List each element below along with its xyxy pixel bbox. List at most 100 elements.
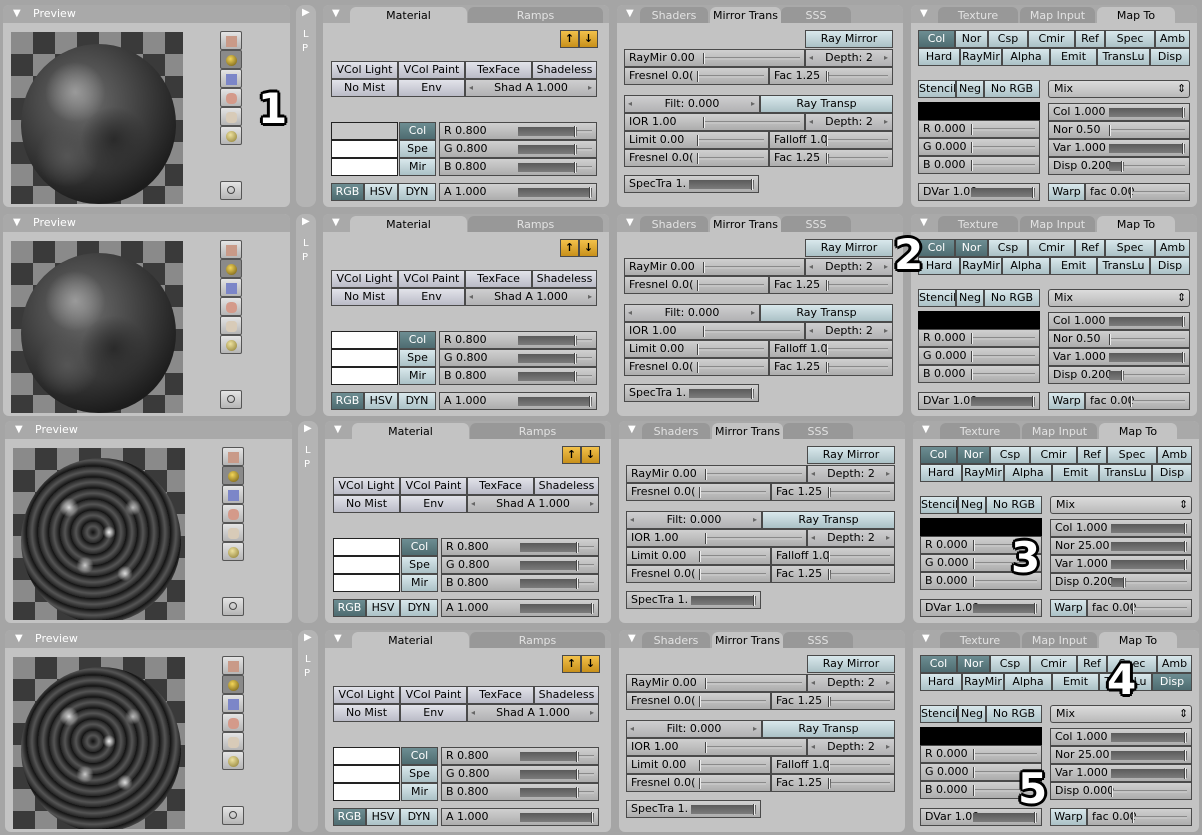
mode-hsv[interactable]: HSV	[364, 392, 398, 410]
limit-slider-handle[interactable]	[699, 760, 701, 771]
nor-factor-slider-handle[interactable]	[1184, 541, 1186, 552]
tex-color-slider-g-track[interactable]	[971, 142, 1035, 153]
cube-preview-button[interactable]	[222, 694, 244, 713]
collapse-triangle-icon[interactable]: ▼	[334, 630, 342, 648]
limit-slider-handle[interactable]	[699, 551, 701, 562]
raymir-slider-handle[interactable]	[705, 469, 707, 480]
tex-color-slider-g[interactable]: G 0.000	[918, 347, 1040, 365]
decrement-arrow-icon[interactable]: ◂	[630, 512, 634, 528]
alpha-slider-track[interactable]	[520, 603, 594, 614]
ior-slider[interactable]: IOR 1.00	[624, 322, 805, 340]
sphere-preview-button[interactable]	[222, 466, 244, 485]
color-button-mir[interactable]: Mir	[399, 367, 436, 385]
channel-disp[interactable]: Disp	[1152, 464, 1192, 482]
raymir-slider-handle[interactable]	[703, 53, 705, 64]
disp-factor-slider-handle[interactable]	[1121, 370, 1123, 381]
col-factor-slider[interactable]: Col 1.000	[1048, 103, 1190, 121]
color-slider-b-handle[interactable]	[576, 578, 578, 589]
color-slider-g[interactable]: G 0.800	[439, 349, 597, 367]
sky-sphere-preview-button[interactable]	[220, 126, 242, 145]
color-swatch[interactable]	[331, 140, 398, 158]
tex-color-slider-r-track[interactable]	[971, 124, 1035, 135]
limit-slider[interactable]: Limit 0.00	[626, 756, 771, 774]
collapse-triangle-icon[interactable]: ▼	[332, 5, 340, 23]
ray-transp-button[interactable]: Ray Transp	[760, 95, 893, 113]
collapse-triangle-icon[interactable]: ▼	[626, 214, 634, 232]
alpha-slider-handle[interactable]	[591, 603, 593, 614]
disp-factor-slider[interactable]: Disp 0.200	[1050, 573, 1192, 591]
channel-ref[interactable]: Ref	[1075, 239, 1105, 257]
render-preview-button[interactable]	[222, 597, 244, 616]
mode-dyn[interactable]: DYN	[400, 599, 438, 617]
decrement-arrow-icon[interactable]: ◂	[809, 259, 813, 275]
toggle-shadeless[interactable]: Shadeless	[534, 686, 599, 704]
warp-fac-slider-track[interactable]	[1132, 603, 1187, 614]
channel-hard[interactable]: Hard	[918, 257, 960, 275]
var-factor-slider[interactable]: Var 1.000	[1050, 555, 1192, 573]
tab-map-to[interactable]: Map To	[1097, 216, 1175, 232]
mirror-fresnel-slider-handle[interactable]	[697, 280, 699, 291]
dvar-slider-handle[interactable]	[1034, 812, 1036, 823]
mirror-fac-slider[interactable]: Fac 1.25	[769, 67, 893, 85]
mirror-fac-slider[interactable]: Fac 1.25	[771, 483, 895, 501]
lp-strip[interactable]: ▶ L P	[296, 214, 316, 416]
spectra-slider-handle[interactable]	[753, 595, 755, 606]
tex-color-slider-b-handle[interactable]	[973, 576, 975, 587]
limit-slider[interactable]: Limit 0.00	[624, 340, 769, 358]
mirror-fac-slider-handle[interactable]	[828, 487, 830, 498]
sphere-preview-button[interactable]	[222, 675, 244, 694]
color-button-spe[interactable]: Spe	[401, 765, 438, 783]
tex-color-slider-r-track[interactable]	[971, 333, 1035, 344]
mirror-depth-field[interactable]: Depth: 2 ◂ ▸	[805, 258, 893, 276]
col-factor-slider[interactable]: Col 1.000	[1050, 519, 1192, 537]
sphere-preview-button[interactable]	[220, 50, 242, 69]
transp-fresnel-slider[interactable]: Fresnel 0.0(	[626, 774, 771, 792]
mirror-depth-field[interactable]: Depth: 2 ◂ ▸	[807, 465, 895, 483]
transp-fresnel-slider[interactable]: Fresnel 0.0(	[624, 149, 769, 167]
toggle-no-mist[interactable]: No Mist	[331, 288, 398, 306]
collapse-triangle-icon[interactable]: ▼	[15, 630, 23, 648]
falloff-slider-handle[interactable]	[826, 135, 828, 146]
color-slider-g[interactable]: G 0.800	[439, 140, 597, 158]
alpha-slider[interactable]: A 1.000	[441, 808, 599, 826]
var-factor-slider-handle[interactable]	[1184, 768, 1186, 779]
raymir-slider-track[interactable]	[705, 678, 802, 689]
channel-disp[interactable]: Disp	[1152, 673, 1192, 691]
channel-translu[interactable]: TransLu	[1097, 48, 1150, 66]
color-button-mir[interactable]: Mir	[399, 158, 436, 176]
falloff-slider-track[interactable]	[828, 760, 890, 771]
tex-color-slider-r-handle[interactable]	[971, 333, 973, 344]
var-factor-slider-track[interactable]	[1109, 143, 1185, 154]
color-slider-r[interactable]: R 0.800	[441, 538, 599, 556]
channel-col[interactable]: Col	[918, 239, 955, 257]
nor-factor-slider[interactable]: Nor 25.00	[1050, 537, 1192, 555]
tab-material[interactable]: Material	[350, 216, 467, 232]
dvar-slider-handle[interactable]	[1032, 396, 1034, 407]
color-slider-g-handle[interactable]	[574, 144, 576, 155]
ray-transp-button[interactable]: Ray Transp	[760, 304, 893, 322]
tab-map-input[interactable]: Map Input	[1022, 632, 1097, 648]
tex-color-slider-b-handle[interactable]	[973, 785, 975, 796]
flag-neg[interactable]: Neg	[958, 705, 986, 723]
channel-spec[interactable]: Spec	[1105, 30, 1155, 48]
ior-slider-handle[interactable]	[703, 117, 705, 128]
transp-fresnel-slider-track[interactable]	[697, 362, 764, 373]
toggle-env[interactable]: Env	[400, 704, 467, 722]
tab-sss[interactable]: SSS	[781, 216, 851, 232]
disp-factor-slider-handle[interactable]	[1111, 786, 1113, 797]
transp-fresnel-slider-handle[interactable]	[699, 778, 701, 789]
decrement-arrow-icon[interactable]: ◂	[811, 739, 815, 755]
color-button-col[interactable]: Col	[401, 747, 438, 765]
toggle-env[interactable]: Env	[400, 495, 467, 513]
ray-mirror-button[interactable]: Ray Mirror	[805, 239, 893, 257]
color-swatch[interactable]	[331, 331, 398, 349]
transp-fac-slider-handle[interactable]	[828, 569, 830, 580]
color-slider-g[interactable]: G 0.800	[441, 765, 599, 783]
flag-stencil[interactable]: Stencil	[918, 289, 956, 307]
tab-sss[interactable]: SSS	[783, 423, 853, 439]
tex-color-slider-r[interactable]: R 0.000	[918, 329, 1040, 347]
monkey-preview-button[interactable]	[222, 504, 244, 523]
tex-color-slider-r[interactable]: R 0.000	[920, 745, 1042, 763]
toggle-shadeless[interactable]: Shadeless	[532, 61, 597, 79]
expand-arrow-icon[interactable]: ▶	[304, 632, 312, 643]
